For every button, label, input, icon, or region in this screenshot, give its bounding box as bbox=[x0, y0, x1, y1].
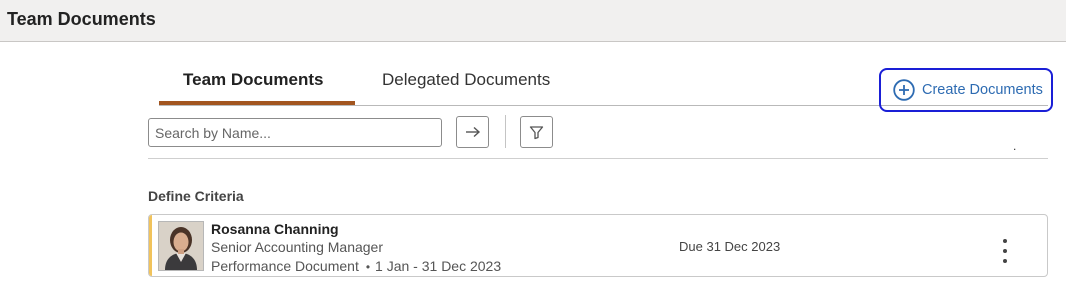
arrow-right-icon bbox=[465, 126, 480, 138]
card-status-accent bbox=[149, 215, 152, 276]
kebab-dot bbox=[1003, 239, 1007, 243]
person-job-title: Senior Accounting Manager bbox=[211, 239, 383, 255]
toolbar-divider bbox=[505, 115, 506, 148]
document-info: Performance Document • 1 Jan - 31 Dec 2023 bbox=[211, 258, 501, 274]
define-criteria-heading: Define Criteria bbox=[148, 188, 244, 204]
document-card[interactable]: Rosanna Channing Senior Accounting Manag… bbox=[148, 214, 1048, 277]
due-date: Due 31 Dec 2023 bbox=[679, 239, 781, 254]
page-header: Team Documents bbox=[0, 0, 1066, 42]
search-go-button[interactable] bbox=[456, 116, 489, 148]
create-documents-label: Create Documents bbox=[922, 82, 1043, 98]
section-divider bbox=[148, 158, 1048, 159]
filter-button[interactable] bbox=[520, 116, 553, 148]
kebab-dot bbox=[1003, 249, 1007, 253]
avatar bbox=[158, 221, 204, 271]
tab-delegated-documents[interactable]: Delegated Documents bbox=[382, 70, 550, 103]
filter-icon bbox=[529, 125, 544, 139]
tab-team-documents[interactable]: Team Documents bbox=[183, 70, 323, 103]
search-input[interactable] bbox=[148, 118, 442, 147]
plus-circle-icon bbox=[893, 79, 915, 101]
person-name[interactable]: Rosanna Channing bbox=[211, 221, 339, 237]
person-photo bbox=[159, 222, 203, 270]
status-marker: . bbox=[1013, 139, 1017, 153]
page-title: Team Documents bbox=[7, 9, 156, 29]
create-documents-button[interactable]: Create Documents bbox=[879, 68, 1053, 112]
bullet-separator: • bbox=[365, 260, 371, 274]
document-type: Performance Document bbox=[211, 258, 359, 274]
kebab-dot bbox=[1003, 259, 1007, 263]
more-vertical-icon[interactable] bbox=[995, 239, 1015, 263]
document-period: 1 Jan - 31 Dec 2023 bbox=[375, 258, 502, 274]
